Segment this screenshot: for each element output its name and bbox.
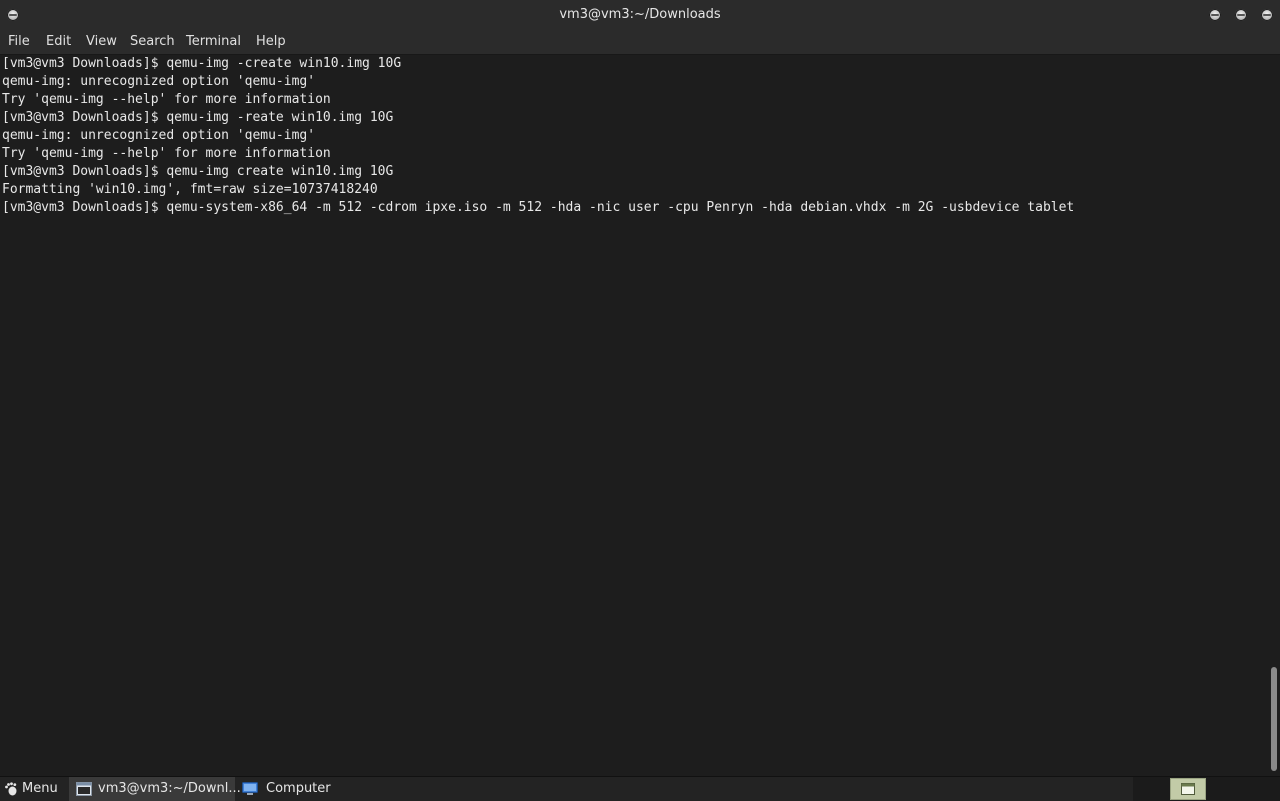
menu-help[interactable]: Help (256, 30, 286, 54)
menu-view[interactable]: View (86, 30, 117, 54)
maximize-icon[interactable] (1235, 9, 1247, 21)
terminal-scrollbar[interactable] (1268, 55, 1280, 774)
close-icon[interactable] (1261, 9, 1273, 21)
terminal-line: Formatting 'win10.img', fmt=raw size=107… (2, 182, 378, 197)
taskbar-window-label: vm3@vm3:~/Downl... (98, 781, 241, 796)
taskbar: Menu vm3@vm3:~/Downl... Computer (0, 776, 1280, 801)
terminal-line: Try 'qemu-img --help' for more informati… (2, 92, 331, 107)
computer-icon (242, 782, 258, 795)
terminal-line: qemu-img: unrecognized option 'qemu-img' (2, 128, 316, 143)
menu-terminal[interactable]: Terminal (186, 30, 241, 54)
terminal-line: [vm3@vm3 Downloads]$ qemu-img -create wi… (2, 56, 402, 71)
taskbar-computer-label: Computer (266, 781, 331, 796)
terminal-line: [vm3@vm3 Downloads]$ qemu-system-x86_64 … (2, 200, 1075, 215)
terminal-line: [vm3@vm3 Downloads]$ qemu-img -reate win… (2, 110, 394, 125)
show-desktop-icon (1181, 783, 1195, 795)
menu-search[interactable]: Search (130, 30, 175, 54)
show-desktop-button[interactable] (1170, 778, 1206, 800)
taskbar-menu-label: Menu (22, 781, 58, 796)
system-tray (1133, 777, 1280, 801)
gnome-foot-icon (5, 782, 17, 796)
scrollbar-thumb[interactable] (1271, 667, 1277, 771)
menu-file[interactable]: File (8, 30, 30, 54)
minimize-icon[interactable] (1209, 9, 1221, 21)
window-title: vm3@vm3:~/Downloads (559, 7, 721, 22)
menubar: File Edit View Search Terminal Help (0, 30, 1280, 55)
terminal-window-icon (76, 782, 92, 796)
taskbar-menu-button[interactable]: Menu (0, 777, 64, 801)
taskbar-computer-button[interactable]: Computer (240, 777, 340, 801)
menu-edit[interactable]: Edit (46, 30, 71, 54)
terminal-line: [vm3@vm3 Downloads]$ qemu-img create win… (2, 164, 394, 179)
window-titlebar[interactable]: vm3@vm3:~/Downloads (0, 0, 1280, 30)
terminal-line: qemu-img: unrecognized option 'qemu-img' (2, 74, 316, 89)
terminal-line: Try 'qemu-img --help' for more informati… (2, 146, 331, 161)
terminal-output[interactable]: [vm3@vm3 Downloads]$ qemu-img -create wi… (0, 55, 1268, 774)
taskbar-window-button[interactable]: vm3@vm3:~/Downl... (69, 777, 241, 801)
